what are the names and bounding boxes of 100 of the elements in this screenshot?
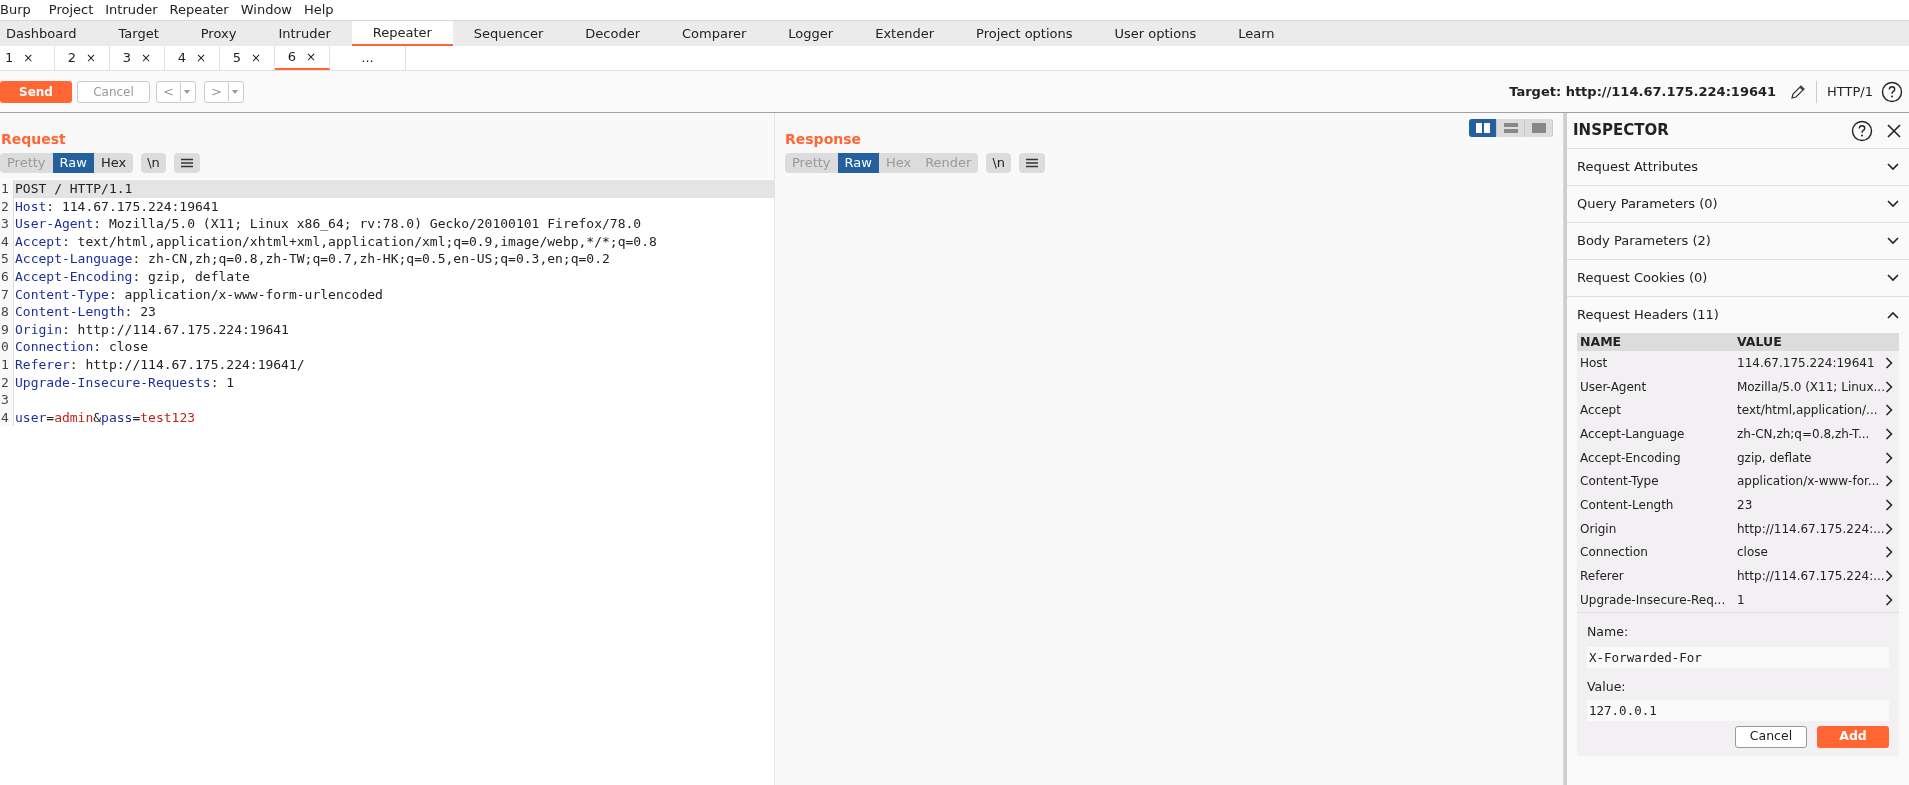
chevron-right-icon[interactable] xyxy=(1885,593,1893,606)
view-tab[interactable]: Hex xyxy=(93,153,134,173)
main-tab[interactable]: Sequencer xyxy=(452,21,565,46)
help-icon[interactable] xyxy=(1881,80,1903,103)
menu-item[interactable]: Window xyxy=(234,0,298,20)
request-editor[interactable] xyxy=(0,179,774,785)
table-cell-text: close xyxy=(1737,544,1769,562)
value-field[interactable]: 127.0.0.1 xyxy=(1587,699,1889,721)
chevron-right-icon[interactable] xyxy=(1885,404,1893,417)
numbered-tab[interactable]: 5 × xyxy=(220,46,275,70)
main-tab[interactable]: Decoder xyxy=(564,21,662,46)
inspector-section[interactable]: Body Parameters (2) xyxy=(1567,223,1909,259)
table-cell-text: Content-Length xyxy=(1579,496,1675,514)
rows-icon xyxy=(1503,123,1518,133)
table-cell-text: gzip, deflate xyxy=(1737,449,1813,467)
pencil-icon[interactable] xyxy=(1790,83,1807,100)
line-number: 1 xyxy=(0,180,14,198)
menu-item[interactable]: Repeater xyxy=(163,0,235,20)
table-cell-text: Host xyxy=(1579,354,1609,372)
table-cell-text: Accept-Language xyxy=(1579,425,1686,443)
main-tab[interactable]: Dashboard xyxy=(0,21,98,46)
name-field[interactable]: X-Forwarded-For xyxy=(1587,646,1889,668)
numbered-tab[interactable]: 1 × xyxy=(0,46,55,70)
value-label: Value: xyxy=(1587,677,1627,696)
table-cell-text: Origin xyxy=(1579,520,1618,538)
menu-icon xyxy=(1026,158,1039,168)
menu-item[interactable]: Intruder xyxy=(99,0,164,20)
code-line: Content-Length: 23 xyxy=(14,303,156,321)
table-cell-text: Upgrade-Insecure-Req... xyxy=(1579,591,1727,609)
main-tab[interactable]: Logger xyxy=(767,21,855,46)
more-tabs-button[interactable]: ... xyxy=(330,46,406,70)
chevron-right-icon[interactable] xyxy=(1885,475,1893,488)
menu-button[interactable] xyxy=(1019,153,1046,173)
code-line: Origin: http://114.67.175.224:19641 xyxy=(14,320,289,339)
line-number: 5 xyxy=(0,250,14,268)
main-tab[interactable]: Repeater xyxy=(351,21,453,46)
table-cell-text: http://114.67.175.224:... xyxy=(1737,568,1885,586)
inspector-section[interactable]: Request Headers (11) xyxy=(1567,297,1909,333)
line-number: 3 xyxy=(0,391,14,409)
line-number: 8 xyxy=(0,303,14,321)
help-icon[interactable] xyxy=(1851,119,1873,142)
columns-icon xyxy=(1475,123,1490,133)
close-icon[interactable] xyxy=(1887,123,1901,138)
cancel-button[interactable]: Cancel xyxy=(1735,725,1807,748)
table-cell-text: Accept-Encoding xyxy=(1579,449,1682,467)
menu-icon xyxy=(180,158,193,168)
inspector-title: INSPECTOR xyxy=(1573,120,1670,142)
target-label: Target: http://114.67.175.224:19641 xyxy=(1509,82,1777,101)
protocol-label[interactable]: HTTP/1 xyxy=(1827,81,1873,102)
expand-icon xyxy=(1887,200,1899,208)
main-tab[interactable]: Target xyxy=(97,21,180,46)
caret-icon xyxy=(183,89,190,94)
newline-toggle[interactable]: \n xyxy=(986,153,1012,173)
chevron-right-icon[interactable] xyxy=(1885,427,1893,440)
caret-icon xyxy=(231,89,238,94)
numbered-tab[interactable]: 2 × xyxy=(55,46,110,70)
main-tab[interactable]: Comparer xyxy=(661,21,768,46)
name-label: Name: xyxy=(1587,622,1630,641)
main-tab[interactable]: Intruder xyxy=(257,21,352,46)
chevron-right-icon[interactable] xyxy=(1885,522,1893,535)
code-line: POST / HTTP/1.1 xyxy=(14,180,133,198)
table-cell-text: text/html,application/... xyxy=(1737,402,1879,420)
menu-item[interactable]: Project xyxy=(42,0,100,20)
response-title: Response xyxy=(785,131,862,147)
expand-icon xyxy=(1887,237,1899,245)
main-tab[interactable]: Learn xyxy=(1217,21,1296,46)
inspector-section[interactable]: Query Parameters (0) xyxy=(1567,186,1909,222)
chevron-right-icon[interactable] xyxy=(1885,570,1893,583)
code-line: Connection: close xyxy=(14,338,149,356)
table-cell-text: Referer xyxy=(1579,568,1625,586)
column-header: VALUE xyxy=(1737,332,1783,351)
chevron-right-icon[interactable] xyxy=(1885,380,1893,393)
chevron-right-icon[interactable] xyxy=(1885,498,1893,511)
menu-item[interactable]: Help xyxy=(298,0,340,20)
main-tab[interactable]: User options xyxy=(1093,21,1218,46)
layout-toggle[interactable] xyxy=(1469,119,1497,137)
code-line: Upgrade-Insecure-Requests: 1 xyxy=(14,373,235,392)
inspector-section[interactable]: Request Attributes xyxy=(1567,149,1909,185)
table-cell-text: http://114.67.175.224:... xyxy=(1737,520,1885,538)
numbered-tab[interactable]: 3 × xyxy=(110,46,165,70)
main-tab[interactable]: Project options xyxy=(955,21,1094,46)
chevron-right-icon[interactable] xyxy=(1885,546,1893,559)
main-tab[interactable]: Proxy xyxy=(179,21,258,46)
single-pane-icon xyxy=(1531,123,1546,133)
view-tab[interactable]: Raw xyxy=(837,153,879,173)
expand-icon xyxy=(1887,163,1899,171)
request-title: Request xyxy=(1,131,66,147)
inspector-section[interactable]: Request Cookies (0) xyxy=(1567,260,1909,296)
menu-button[interactable] xyxy=(173,153,200,173)
menu-item[interactable]: Burp xyxy=(0,0,43,20)
main-tab[interactable]: Extender xyxy=(854,21,956,46)
code-line: Content-Type: application/x-www-form-urlencoded xyxy=(14,285,383,304)
newline-toggle[interactable]: \n xyxy=(141,153,166,173)
chevron-right-icon[interactable] xyxy=(1885,356,1893,369)
table-cell-text: Accept xyxy=(1579,402,1622,420)
numbered-tab[interactable]: 4 × xyxy=(165,46,220,70)
table-cell-text: Connection xyxy=(1579,544,1649,562)
view-tab[interactable]: Raw xyxy=(52,153,94,173)
collapse-icon xyxy=(1887,311,1899,319)
chevron-right-icon[interactable] xyxy=(1885,451,1893,464)
